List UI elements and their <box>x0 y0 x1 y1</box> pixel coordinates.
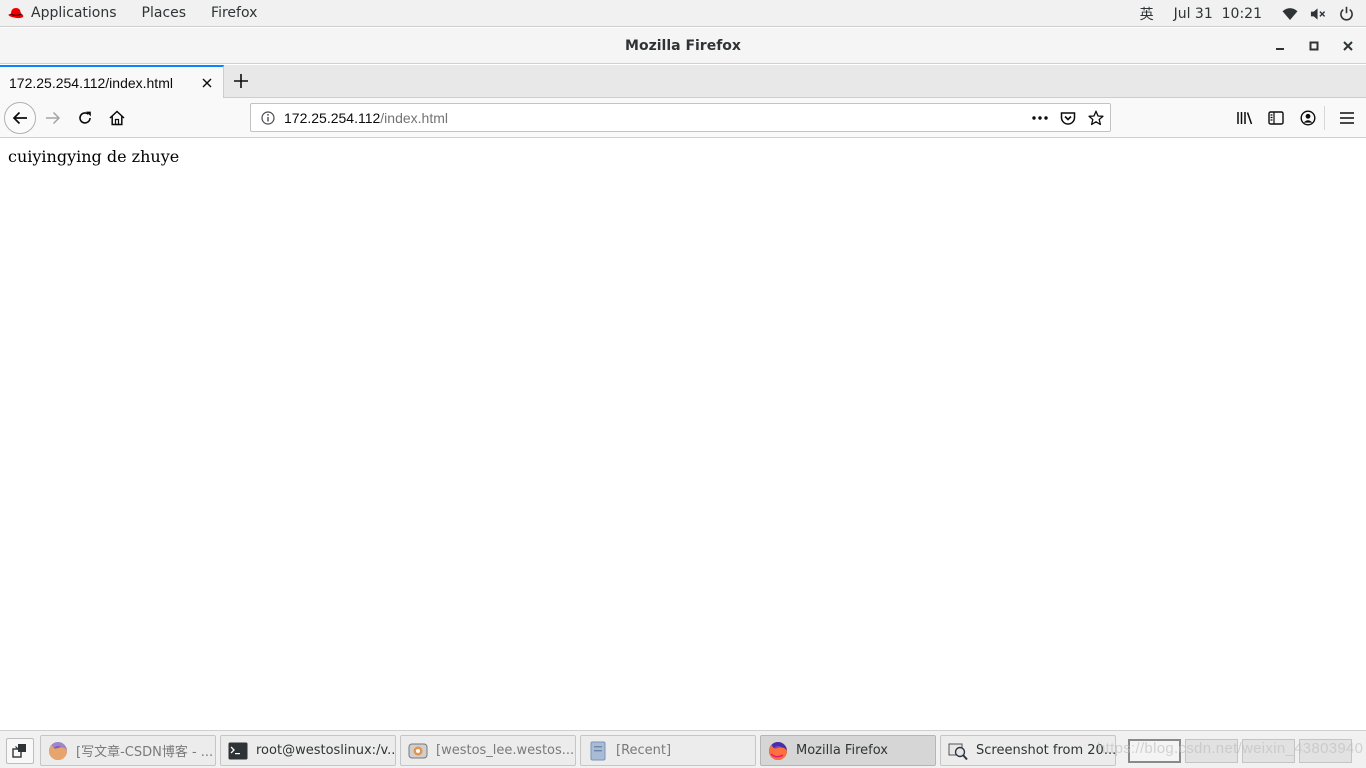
close-window-button[interactable] <box>1339 37 1357 55</box>
task-label: [写文章-CSDN博客 - ... <box>76 745 214 760</box>
open-menu-button[interactable] <box>1334 105 1360 131</box>
task-virt-manager[interactable]: [westos_lee.westos.... <box>400 735 576 766</box>
arrow-left-icon <box>12 111 27 125</box>
home-button[interactable] <box>104 105 130 131</box>
virt-manager-icon <box>408 741 428 761</box>
url-host: 172.25.254.112 <box>284 109 381 126</box>
minimize-icon <box>1276 48 1284 50</box>
applications-label: Applications <box>31 5 117 21</box>
library-icon <box>1237 112 1253 125</box>
minimize-button[interactable] <box>1271 37 1289 55</box>
more-icon <box>1032 115 1048 120</box>
home-icon <box>109 110 125 126</box>
task-mozilla-firefox[interactable]: Mozilla Firefox <box>760 735 936 766</box>
power-icon[interactable] <box>1338 6 1354 22</box>
app-menu[interactable]: Firefox <box>211 0 257 27</box>
system-tray: 英 Jul 31 10:21 <box>1140 0 1366 27</box>
wifi-icon[interactable] <box>1282 6 1298 22</box>
applications-menu[interactable]: Applications <box>8 0 117 27</box>
library-button[interactable] <box>1232 105 1258 131</box>
places-menu[interactable]: Places <box>142 0 187 27</box>
page-content: cuiyingying de zhuye <box>0 139 1366 730</box>
back-button[interactable] <box>4 102 36 134</box>
reload-icon <box>79 111 91 124</box>
date-label: Jul 31 <box>1173 5 1213 22</box>
navigation-toolbar: 172.25.254.112/index.html <box>0 98 1366 138</box>
sidebar-button[interactable] <box>1263 105 1289 131</box>
screenshot-icon <box>948 741 968 761</box>
bookmark-star-button[interactable] <box>1082 104 1110 131</box>
task-label: root@westoslinux:/v... <box>256 743 395 758</box>
show-desktop-icon <box>12 744 26 758</box>
task-terminal[interactable]: root@westoslinux:/v... <box>220 735 396 766</box>
plus-icon <box>234 74 248 88</box>
task-files-recent[interactable]: [Recent] <box>580 735 756 766</box>
star-icon <box>1088 110 1104 125</box>
input-method-indicator[interactable]: 英 <box>1140 0 1154 27</box>
url-actions <box>1026 104 1110 131</box>
maximize-icon <box>1309 41 1319 51</box>
redhat-icon <box>8 8 24 19</box>
url-path: /index.html <box>380 109 448 126</box>
task-label: Mozilla Firefox <box>796 743 888 758</box>
clock[interactable]: Jul 31 10:21 <box>1174 0 1262 27</box>
arrow-right-icon <box>46 111 61 125</box>
tab-strip: 172.25.254.112/index.html <box>0 65 1366 98</box>
show-desktop-button[interactable] <box>6 738 34 764</box>
hamburger-menu-icon <box>1340 112 1354 124</box>
maximize-button[interactable] <box>1305 37 1323 55</box>
new-tab-button[interactable] <box>230 70 252 92</box>
info-icon[interactable] <box>261 110 275 125</box>
close-icon <box>202 78 212 88</box>
sidebar-icon <box>1268 111 1284 125</box>
page-body-text: cuiyingying de zhuye <box>8 147 180 166</box>
pocket-button[interactable] <box>1054 104 1082 131</box>
firefox-icon <box>768 741 788 761</box>
volume-muted-icon[interactable] <box>1310 6 1326 22</box>
close-icon <box>1343 41 1353 51</box>
window-list-taskbar: [写文章-CSDN博客 - ... root@westoslinux:/v...… <box>0 730 1366 768</box>
page-actions-button[interactable] <box>1026 104 1054 131</box>
reload-button[interactable] <box>72 105 98 131</box>
window-title: Mozilla Firefox <box>625 37 741 54</box>
task-screenshot[interactable]: Screenshot from 20... <box>940 735 1116 766</box>
firefox-icon <box>48 741 68 761</box>
watermark-text: https://blog.csdn.net/weixin_43803940 <box>1097 740 1364 757</box>
task-csdn-firefox[interactable]: [写文章-CSDN博客 - ... <box>40 735 216 766</box>
task-label: [Recent] <box>616 743 672 758</box>
url-bar[interactable]: 172.25.254.112/index.html <box>250 103 1111 132</box>
toolbar-separator <box>1324 106 1325 130</box>
account-icon <box>1300 110 1316 126</box>
tab-title: 172.25.254.112/index.html <box>9 74 173 91</box>
terminal-icon <box>228 741 248 761</box>
task-label: Screenshot from 20... <box>976 743 1115 758</box>
pocket-icon <box>1060 111 1076 125</box>
tab-active[interactable]: 172.25.254.112/index.html <box>0 65 224 98</box>
time-label: 10:21 <box>1221 5 1262 22</box>
task-label: [westos_lee.westos.... <box>436 743 575 758</box>
top-bar: Applications Places Firefox 英 Jul 31 10:… <box>0 0 1366 27</box>
url-text[interactable]: 172.25.254.112/index.html <box>284 110 448 126</box>
account-button[interactable] <box>1295 105 1321 131</box>
window-titlebar[interactable]: Mozilla Firefox <box>0 28 1366 64</box>
close-tab-button[interactable] <box>198 74 216 92</box>
forward-button[interactable] <box>40 105 66 131</box>
files-icon <box>588 741 608 761</box>
